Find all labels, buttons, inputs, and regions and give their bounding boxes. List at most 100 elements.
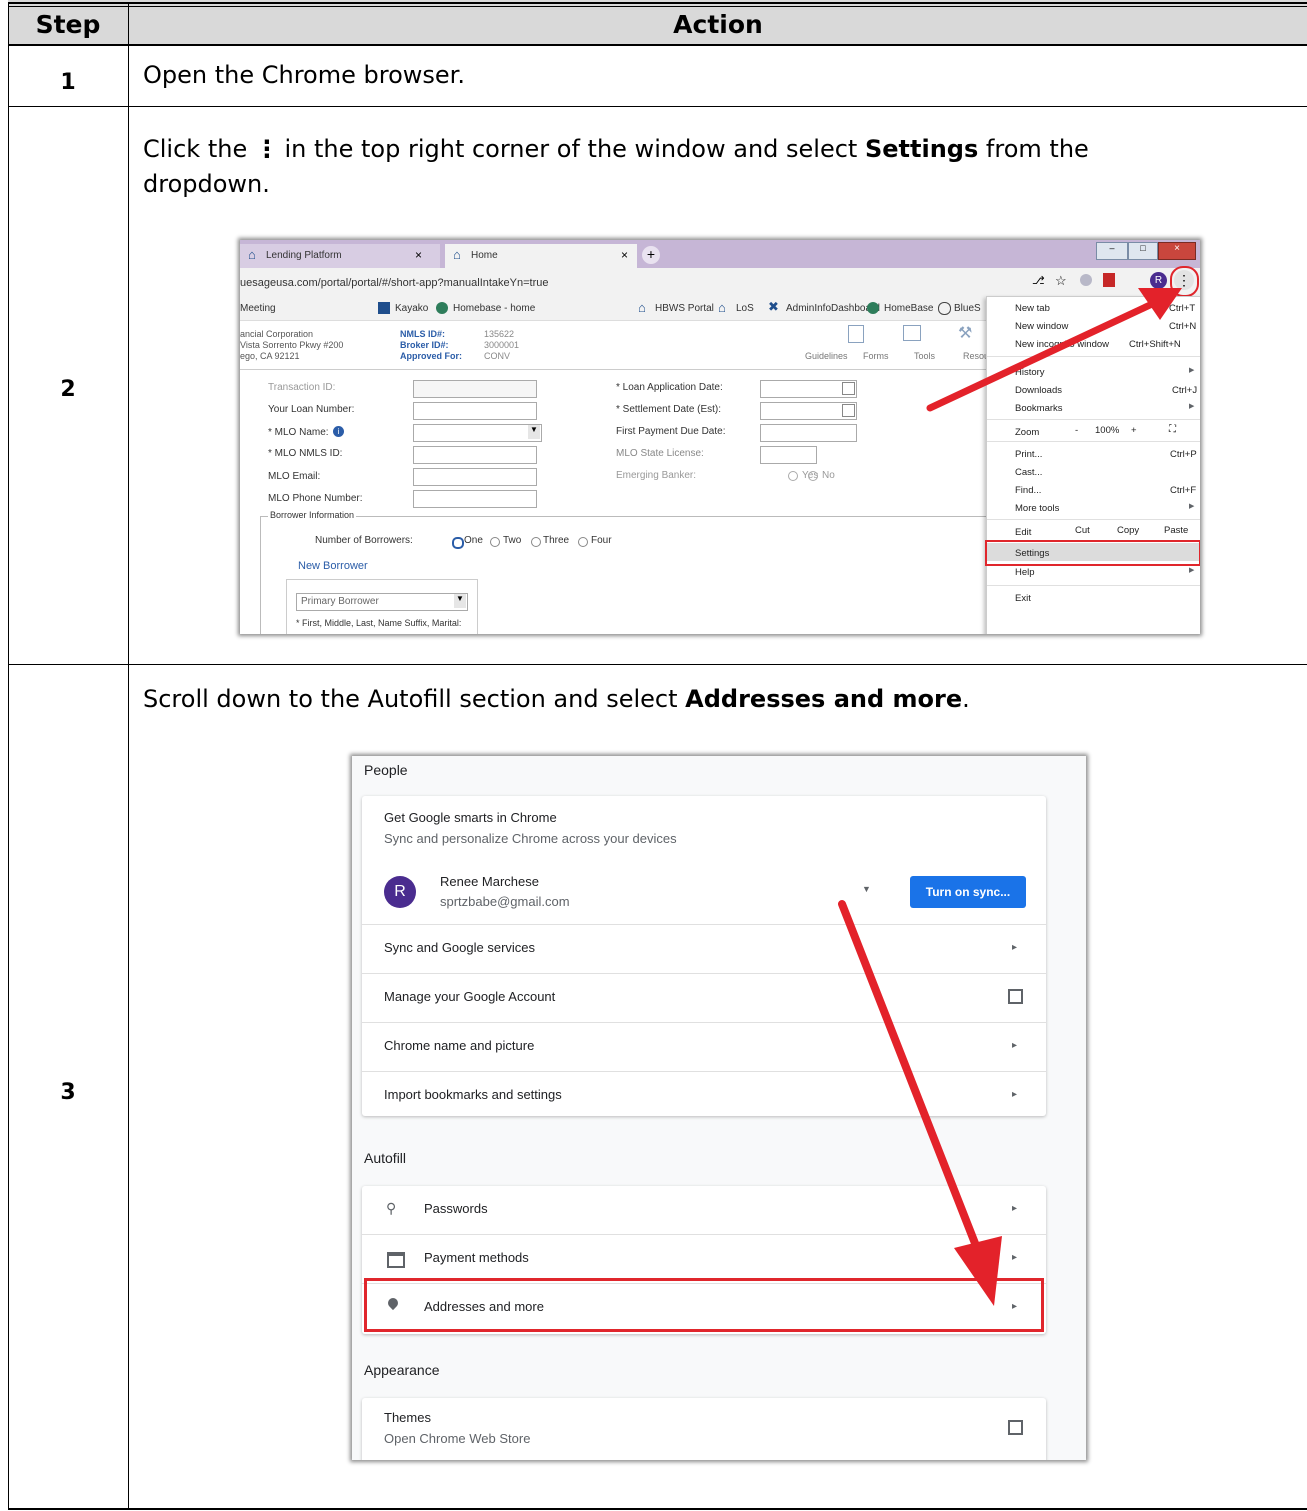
tab-lending-platform[interactable]: ⌂ Lending Platform × <box>240 244 440 268</box>
state-license-field[interactable] <box>760 446 817 464</box>
primary-borrower-select[interactable]: Primary Borrower ▼ <box>296 593 468 611</box>
bookmark-item[interactable]: LoS <box>736 303 754 314</box>
field-label: MLO Email: <box>268 471 321 482</box>
home-icon: ⌂ <box>718 300 726 315</box>
step-1-text: Open the Chrome browser. <box>143 61 465 89</box>
forms-icon[interactable] <box>903 325 921 341</box>
radio-yes[interactable] <box>788 471 798 481</box>
zoom-in-button[interactable]: + <box>1131 425 1137 436</box>
bookmark-item[interactable]: AdminInfoDashboard <box>786 303 880 314</box>
loan-app-date-field[interactable] <box>760 380 857 398</box>
broker-value: 3000001 <box>484 340 520 350</box>
radio-four[interactable] <box>578 537 588 547</box>
toolbar-guidelines[interactable]: Guidelines <box>805 351 848 361</box>
row-label: Import bookmarks and settings <box>384 1087 562 1102</box>
first-payment-field[interactable] <box>760 424 857 442</box>
step-3-text: Scroll down to the Autofill section and … <box>143 682 970 717</box>
field-label: Transaction ID: <box>268 382 336 393</box>
mlo-phone-field[interactable] <box>413 490 537 508</box>
field-label: MLO State License: <box>616 448 704 459</box>
radio-no-label: No <box>822 470 835 481</box>
header-step: Step <box>35 10 101 39</box>
close-icon[interactable]: × <box>621 248 628 262</box>
step-2-suffix: from the <box>985 135 1089 163</box>
step-number-2: 2 <box>60 377 76 402</box>
user-name: Renee Marchese <box>440 874 539 889</box>
approved-label: Approved For: <box>400 351 462 361</box>
window-controls[interactable]: – □ × <box>1096 242 1196 260</box>
smarts-subtitle: Sync and personalize Chrome across your … <box>384 831 677 846</box>
appearance-card: Themes Open Chrome Web Store <box>362 1398 1046 1460</box>
company-line: ego, CA 92121 <box>240 351 300 361</box>
menu-help[interactable]: Help <box>1015 567 1035 578</box>
radio-one[interactable] <box>452 537 464 549</box>
transaction-id-field[interactable] <box>413 380 537 398</box>
credit-card-icon <box>387 1252 405 1268</box>
themes-subtitle: Open Chrome Web Store <box>384 1431 531 1446</box>
radio-label: Two <box>503 535 522 546</box>
menu-paste[interactable]: Paste <box>1164 525 1188 536</box>
fullscreen-icon[interactable]: ⛶ <box>1169 424 1176 435</box>
kayako-icon <box>378 302 390 314</box>
step-3-prefix: Scroll down to the Autofill section and … <box>143 685 678 713</box>
company-line: ancial Corporation <box>240 329 314 339</box>
themes-row[interactable]: Themes Open Chrome Web Store <box>362 1398 1046 1460</box>
menu-shortcut: Ctrl+F <box>1170 485 1197 496</box>
zoom-out-button[interactable]: - <box>1075 425 1078 436</box>
url-text: uesageusa.com/portal/portal/#/short-app?… <box>240 277 549 289</box>
menu-cut[interactable]: Cut <box>1075 525 1090 536</box>
homebase-icon <box>867 302 879 314</box>
bookmark-item[interactable]: Meeting <box>240 303 276 314</box>
menu-more-tools[interactable]: More tools <box>1015 503 1059 514</box>
home-icon: ⌂ <box>453 247 461 262</box>
people-heading: People <box>364 762 408 778</box>
tools-icon: ✖ <box>768 299 779 314</box>
bookmark-item[interactable]: Kayako <box>395 303 428 314</box>
row-label: Passwords <box>424 1201 488 1216</box>
step-2-prefix: Click the <box>143 135 248 163</box>
field-label: * MLO NMLS ID: <box>268 448 343 459</box>
close-icon[interactable]: × <box>415 248 422 262</box>
mlo-email-field[interactable] <box>413 468 537 486</box>
tab-home[interactable]: ⌂ Home × <box>445 244 637 268</box>
mlo-nmls-field[interactable] <box>413 446 537 464</box>
nmls-label: NMLS ID#: <box>400 329 445 339</box>
field-label: Your Loan Number: <box>268 404 355 415</box>
radio-two[interactable] <box>490 537 500 547</box>
chrome-settings-screenshot: People Get Google smarts in Chrome Sync … <box>352 756 1086 1460</box>
homebase-icon <box>436 302 448 314</box>
step-2-mid: in the top right corner of the window an… <box>284 135 858 163</box>
new-tab-button[interactable]: + <box>642 246 660 264</box>
step-3-suffix: . <box>962 685 970 713</box>
mlo-name-select[interactable]: ▼ <box>413 424 542 442</box>
bookmark-item[interactable]: HBWS Portal <box>655 303 714 314</box>
loan-number-field[interactable] <box>413 402 537 420</box>
field-label: MLO Phone Number: <box>268 493 363 504</box>
red-arrow-icon <box>838 900 1002 1306</box>
themes-title: Themes <box>384 1410 431 1425</box>
company-line: Vista Sorrento Pkwy #200 <box>240 340 344 350</box>
menu-cast[interactable]: Cast... <box>1015 467 1042 478</box>
menu-print[interactable]: Print... <box>1015 449 1042 460</box>
key-icon: ⚲ <box>386 1200 397 1216</box>
toolbar-forms[interactable]: Forms <box>863 351 889 361</box>
row-label: Sync and Google services <box>384 940 536 955</box>
guidelines-icon[interactable] <box>848 325 864 343</box>
home-icon: ⌂ <box>248 247 256 262</box>
info-icon[interactable]: i <box>333 426 344 437</box>
field-label: Emerging Banker: <box>616 470 697 481</box>
bookmark-item[interactable]: Homebase - home <box>453 303 535 314</box>
home-icon: ⌂ <box>638 300 646 315</box>
radio-three[interactable] <box>531 537 541 547</box>
settlement-date-field[interactable] <box>760 402 857 420</box>
menu-copy[interactable]: Copy <box>1117 525 1139 536</box>
step-number-1: 1 <box>60 70 76 95</box>
num-borrowers-label: Number of Borrowers: <box>315 535 413 546</box>
field-label: First Payment Due Date: <box>616 426 726 437</box>
external-link-icon <box>1008 1420 1023 1435</box>
field-label: * Loan Application Date: <box>616 382 723 393</box>
radio-no[interactable] <box>808 471 818 481</box>
menu-exit[interactable]: Exit <box>1015 593 1031 604</box>
field-label: * Settlement Date (Est): <box>616 404 722 415</box>
menu-find[interactable]: Find... <box>1015 485 1041 496</box>
